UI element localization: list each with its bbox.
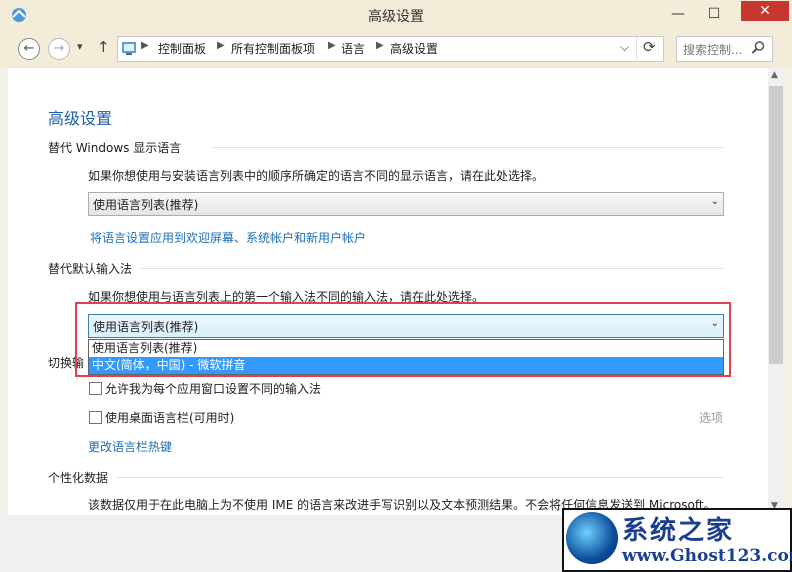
breadcrumb-separator: ▶ [141, 40, 149, 51]
breadcrumb-all-items[interactable]: 所有控制面板项 [231, 40, 315, 57]
display-language-title: 替代 Windows 显示语言 [48, 141, 182, 155]
per-app-input-label: 允许我为每个应用窗口设置不同的输入法 [105, 382, 322, 396]
watermark-logo-icon [566, 512, 618, 564]
minimize-button[interactable]: — [661, 1, 695, 27]
close-button[interactable]: ✕ [741, 1, 789, 21]
scrollbar-thumb[interactable] [769, 86, 783, 364]
display-language-description: 如果你想使用与安装语言列表中的顺序所确定的语言不同的显示语言，请在此处选择。 [88, 169, 545, 183]
breadcrumb-advanced[interactable]: 高级设置 [390, 40, 438, 57]
recent-locations-button[interactable]: ▾ [77, 40, 83, 53]
chevron-down-icon: ⌄ [710, 196, 719, 207]
display-language-combobox[interactable]: 使用语言列表(推荐) ⌄ [88, 192, 724, 216]
watermark-url: www.Ghost123.com [622, 546, 792, 566]
address-divider [636, 37, 637, 59]
up-button[interactable]: ↑ [97, 38, 110, 56]
display-language-value: 使用语言列表(推荐) [93, 198, 199, 212]
page-title: 高级设置 [48, 109, 113, 128]
address-dropdown-button[interactable]: ⌵ [620, 40, 629, 55]
input-method-title: 替代默认输入法 [48, 262, 133, 276]
back-button[interactable]: ← [18, 38, 40, 60]
per-app-input-checkbox[interactable] [89, 382, 102, 395]
refresh-button[interactable]: ⟳ [643, 38, 656, 56]
change-language-bar-hotkeys-link[interactable]: 更改语言栏热键 [88, 438, 172, 455]
apply-to-welcome-screen-link[interactable]: 将语言设置应用到欢迎屏幕、系统帐户和新用户帐户 [90, 229, 366, 246]
breadcrumb-separator: ▶ [376, 40, 384, 51]
search-icon[interactable] [750, 40, 766, 56]
desktop-language-bar-label: 使用桌面语言栏(可用时) [105, 411, 235, 425]
section-divider [117, 477, 723, 478]
section-divider [213, 147, 723, 148]
maximize-button[interactable]: ☐ [697, 1, 731, 27]
forward-button[interactable]: → [48, 38, 70, 60]
breadcrumb-separator: ▶ [328, 40, 336, 51]
desktop-language-bar-checkbox[interactable] [89, 411, 102, 424]
options-link[interactable]: 选项 [699, 409, 723, 426]
highlight-annotation-box [75, 302, 731, 377]
section-divider [141, 268, 723, 269]
scroll-up-arrow[interactable]: ▲ [771, 70, 778, 80]
control-panel-icon [121, 40, 137, 56]
breadcrumb-control-panel[interactable]: 控制面板 [158, 40, 206, 57]
personalization-data-title: 个性化数据 [48, 471, 109, 485]
breadcrumb-language[interactable]: 语言 [341, 40, 365, 57]
breadcrumb-separator: ▶ [217, 40, 225, 51]
search-placeholder: 搜索控制... [683, 43, 743, 57]
watermark-title: 系统之家 [622, 516, 735, 546]
